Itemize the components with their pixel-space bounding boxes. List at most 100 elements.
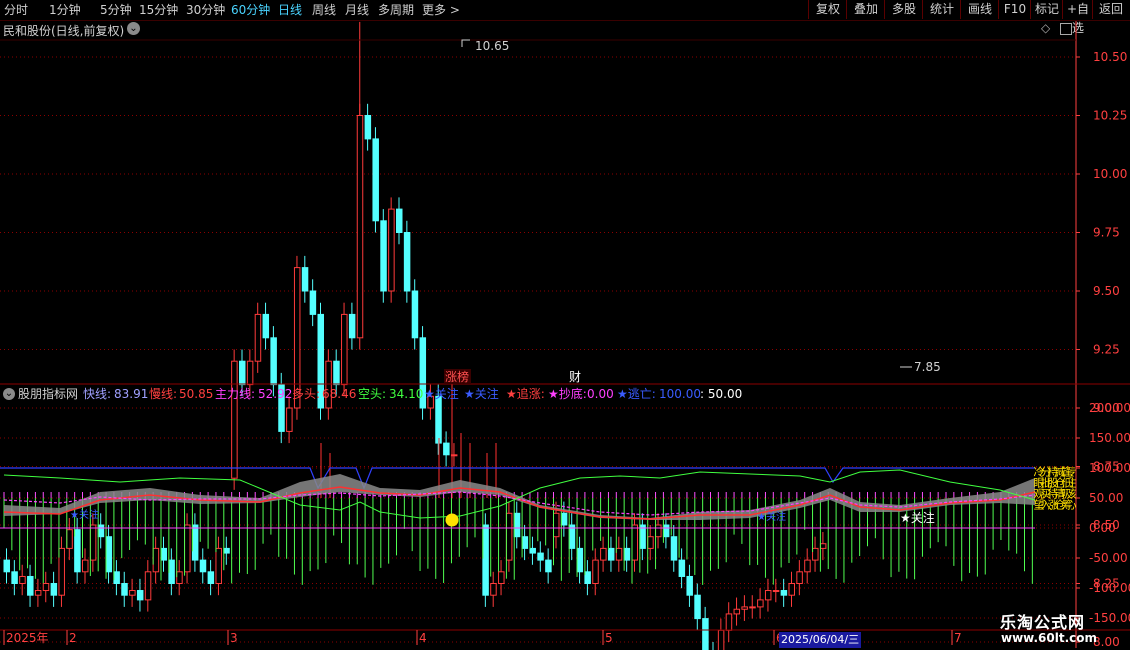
candle-body [66,529,73,549]
candle-body [270,337,277,386]
price-tick-label: 9.75 [1093,226,1120,240]
indicator-tick-label: -50.00 [1089,551,1128,565]
candle-body [537,552,544,561]
candle-body [607,547,615,561]
bottom-label: ★抄底: [548,387,587,401]
candle-body [396,208,403,234]
candle-body [231,360,238,479]
candle-body [686,575,693,596]
candle-body [388,208,395,292]
candle-body [341,313,348,386]
candle-body [333,360,340,386]
indicator-tick-label: 150.00 [1089,431,1130,445]
indicator-name[interactable]: 股朋指标网 [18,386,78,402]
date-tick-label: 3 [230,631,238,645]
price-tick-label: 10.50 [1093,50,1127,64]
extra-value: : 50.00 [700,387,743,401]
escape-value: 100.00 [659,387,701,401]
candle-body [764,590,772,601]
chart-watch-label: ★关注 [900,510,935,525]
candle-body [191,524,199,561]
candle-body [647,536,654,549]
chart-watch-mark-2: ★关注 [757,510,786,523]
candle-body [662,524,670,538]
candle-body [58,547,65,596]
candle-body [796,571,803,584]
candle-body [286,407,293,432]
bull-value: 68.46 [322,387,357,401]
candle-body [168,559,175,584]
candle-body [82,559,89,573]
watch-label-1: ★关注 [424,387,459,401]
candle-body [725,613,733,631]
candle-body [804,559,811,573]
candle-body [529,547,536,554]
candle-body [545,559,552,573]
candle-body [239,360,246,386]
watermark: 乐淘公式网 www.60lt.com [1000,609,1128,649]
cursor-date-label: 2025/06/04/三 [779,632,862,648]
price-tick-label: 10.25 [1093,109,1127,123]
candle-body [223,547,230,554]
candle-body [411,290,419,339]
candle-body [505,512,513,561]
indicator-chevron-icon[interactable]: ⌄ [3,388,15,400]
candle-body [600,547,607,561]
candle-body [498,571,505,584]
candle-body [694,594,701,620]
candle-body [144,571,152,601]
watermark-line2: www.60lt.com [1001,631,1098,645]
candle-body [19,575,26,584]
candle-body [215,547,222,585]
candle-body [780,590,788,596]
candle-body [819,543,827,549]
candle-body [623,547,631,561]
price-high-label: 10.65 [475,39,509,53]
candle-body [576,547,584,573]
watermark-line1: 乐淘公式网 [1000,613,1086,632]
candle-body [309,290,317,315]
indicator-tick-label: 50.00 [1089,491,1123,505]
candle-body [733,608,741,615]
indicator-tick-label: 200.00 [1089,401,1130,415]
candle-body [443,442,450,456]
candle-body [207,571,215,584]
watch-label-2: ★关注 [464,387,499,401]
candle-body [584,571,591,584]
chart-watch-mark-1: ★关注 [70,508,99,521]
candle-body [490,583,497,596]
candle-body [152,547,160,573]
bear-label: 空头: [358,387,387,401]
candle-body [560,512,568,526]
candle-body [34,590,42,596]
price-low-label: 7.85 [914,360,941,374]
side-text-6: 专注核心 [1071,466,1076,510]
stock-chart[interactable]: 10.5010.2510.009.759.509.259.008.758.508… [0,0,1130,650]
candle-body [741,606,748,610]
bull-label: 多头: [292,387,321,401]
candle-body [356,115,364,339]
finance-badge[interactable]: 财 [569,370,581,384]
candle-body [50,583,58,596]
candle-body [262,313,270,339]
candle-body [121,583,128,596]
candle-body [348,313,356,339]
limit-up-badge[interactable]: 涨榜 [445,369,469,384]
chase-label: ★追涨: [506,387,545,401]
indicator-tick-label: 0.00 [1089,521,1116,535]
main-label: 主力线: [215,387,256,401]
candle-body [513,512,521,538]
fast-label: 快线: [83,387,112,401]
candle-body [403,232,411,292]
candle-body [176,571,183,584]
candle-body [254,313,262,362]
main-value: 52.92 [258,387,293,401]
bear-value: 34.10 [389,387,424,401]
indicator-tick-label: -100.00 [1089,581,1130,595]
date-tick-label: 2 [69,631,77,645]
candle-body [482,524,489,596]
candle-body [89,524,97,561]
candle-body [757,599,764,608]
candle-body [372,138,379,222]
candle-body [11,571,18,584]
